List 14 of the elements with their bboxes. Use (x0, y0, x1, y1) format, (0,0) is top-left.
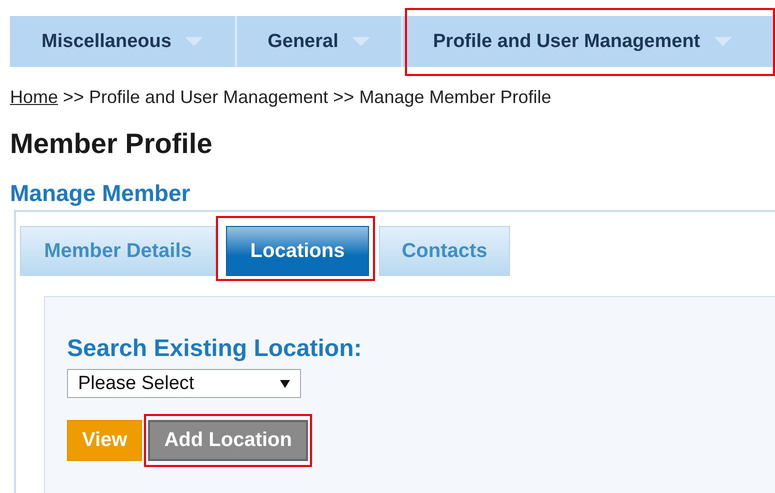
caret-icon (185, 37, 204, 46)
menu-item[interactable]: Profile and User Management (403, 16, 775, 67)
dropdown-arrow-icon (280, 378, 290, 388)
page-title: Member Profile (10, 128, 214, 160)
menu-item[interactable]: Miscellaneous (10, 16, 237, 67)
caret-icon (352, 37, 370, 46)
tab[interactable]: Locations (226, 226, 369, 276)
caret-icon (714, 37, 732, 46)
breadcrumb-text: >> Profile and User Management >> Manage Member Profile (63, 87, 552, 108)
location-dropdown[interactable]: Please Select (67, 369, 301, 398)
search-label: Search Existing Location: (67, 335, 363, 363)
menu-item[interactable]: General (237, 16, 403, 67)
breadcrumb-link[interactable]: Home (10, 87, 58, 108)
section-title: Manage Member (10, 180, 192, 207)
